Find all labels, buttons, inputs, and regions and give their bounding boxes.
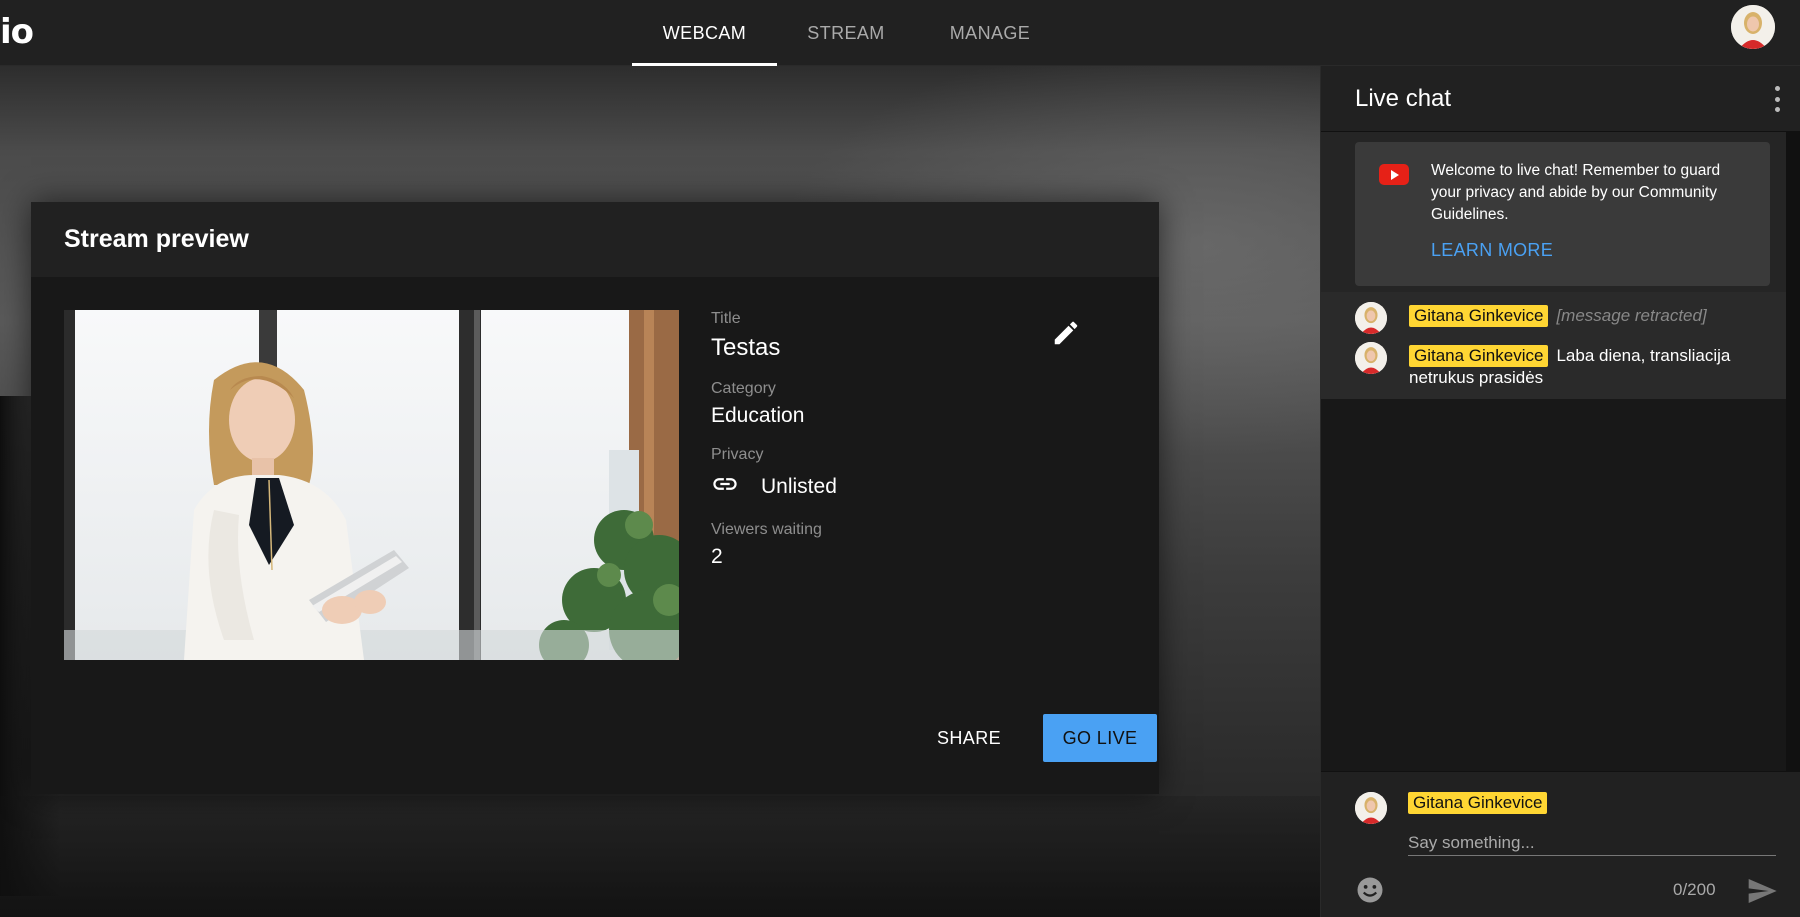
chat-message: Gitana Ginkevice Laba diena, transliacija… <box>1321 338 1800 393</box>
category-value: Education <box>711 404 805 427</box>
chat-message: Gitana Ginkevice [message retracted] <box>1321 298 1800 338</box>
avatar <box>1355 302 1387 334</box>
chat-message-body: Gitana Ginkevice [message retracted] <box>1409 302 1707 334</box>
kebab-dot-icon <box>1774 107 1780 112</box>
chat-more-options-button[interactable] <box>1770 86 1784 112</box>
youtube-logo-icon <box>1379 164 1409 185</box>
kebab-dot-icon <box>1774 96 1780 102</box>
avatar <box>1355 342 1387 374</box>
message-text: [message retracted] <box>1556 306 1707 325</box>
welcome-banner-area: Welcome to live chat! Remember to guard … <box>1321 132 1800 292</box>
tab-manage[interactable]: MANAGE <box>915 0 1065 66</box>
live-chat-panel: Live chat Welcome to live chat! Remember… <box>1320 66 1800 917</box>
privacy-label: Privacy <box>711 446 764 463</box>
brand-logo[interactable]: io <box>0 12 34 52</box>
emoji-icon <box>1355 877 1385 909</box>
viewers-waiting-value: 2 <box>711 545 723 568</box>
author-name-badge: Gitana Ginkevice <box>1408 792 1548 814</box>
kebab-dot-icon <box>1774 86 1780 91</box>
chat-message-input[interactable] <box>1408 826 1776 856</box>
privacy-row: Unlisted <box>711 470 1131 503</box>
link-icon <box>711 470 739 503</box>
card-title: Stream preview <box>64 225 249 253</box>
learn-more-link[interactable]: LEARN MORE <box>1431 240 1553 261</box>
pencil-icon <box>1051 321 1081 352</box>
category-label: Category <box>711 380 776 397</box>
send-message-button[interactable] <box>1746 875 1778 907</box>
edit-details-button[interactable] <box>1051 318 1081 348</box>
character-count: 0/200 <box>1673 880 1716 899</box>
chat-messages: Gitana Ginkevice [message retracted] Gita… <box>1321 292 1800 399</box>
card-header: Stream preview <box>31 202 1159 277</box>
author-name-badge[interactable]: Gitana Ginkevice <box>1409 345 1549 367</box>
tab-webcam[interactable]: WEBCAM <box>632 0 777 66</box>
go-live-button[interactable]: GO LIVE <box>1043 714 1157 762</box>
tab-stream[interactable]: STREAM <box>777 0 915 66</box>
chat-header: Live chat <box>1321 66 1800 132</box>
welcome-text: Welcome to live chat! Remember to guard … <box>1431 162 1721 223</box>
avatar <box>1355 792 1387 824</box>
webcam-preview-image <box>64 310 679 660</box>
privacy-value: Unlisted <box>761 474 837 498</box>
author-name-badge[interactable]: Gitana Ginkevice <box>1409 305 1549 327</box>
send-icon <box>1746 879 1778 911</box>
chat-scrollbar[interactable] <box>1786 132 1800 837</box>
stream-preview-card: Stream preview Title Testas Category Edu… <box>31 202 1159 794</box>
share-button[interactable]: SHARE <box>912 714 1026 762</box>
viewers-waiting-label: Viewers waiting <box>711 521 822 538</box>
welcome-banner: Welcome to live chat! Remember to guard … <box>1355 142 1770 286</box>
main-tabs: WEBCAM STREAM MANAGE <box>632 0 1065 66</box>
emoji-button[interactable] <box>1355 875 1385 905</box>
chat-message-body: Gitana Ginkevice Laba diena, transliacija… <box>1409 342 1780 389</box>
account-avatar[interactable] <box>1731 5 1775 49</box>
chat-composer: Gitana Ginkevice 0/200 <box>1321 771 1800 917</box>
composer-author-name: Gitana Ginkevice <box>1408 792 1555 814</box>
top-bar: io WEBCAM STREAM MANAGE <box>0 0 1800 66</box>
chat-title: Live chat <box>1355 84 1452 112</box>
